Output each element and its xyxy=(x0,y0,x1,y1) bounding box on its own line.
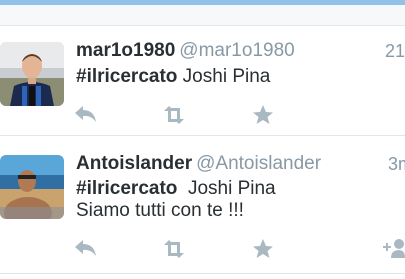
timestamp: 3m xyxy=(388,154,405,174)
avatar[interactable] xyxy=(0,155,64,219)
follow-icon xyxy=(383,239,405,258)
tweet-header: mar1o1980 @mar1o1980 xyxy=(76,40,295,62)
hashtag-link[interactable]: #ilricercato xyxy=(76,178,177,199)
retweet-icon xyxy=(164,240,184,258)
favorite-icon xyxy=(253,105,273,124)
avatar[interactable] xyxy=(0,42,64,106)
display-name[interactable]: Antoislander xyxy=(76,153,192,174)
tweet-text: #ilricercato Joshi Pina Siamo tutti con … xyxy=(76,178,276,222)
favorite-icon xyxy=(253,239,273,258)
twitter-timeline: mar1o1980 @mar1o1980 21 #ilricercato Josh… xyxy=(0,0,405,279)
retweet-icon xyxy=(164,106,184,124)
tweet-header: Antoislander @Antoislander xyxy=(76,153,321,175)
reply-icon xyxy=(75,240,96,256)
tweet-text-line2: Siamo tutti con te !!! xyxy=(76,200,244,221)
tweet-item[interactable]: Antoislander@Antoislander 3m #ilricercat… xyxy=(0,136,405,274)
tweet-text-rest: Joshi Pina xyxy=(177,66,271,87)
hashtag-link[interactable]: #ilricercato xyxy=(76,66,177,87)
tweet-text: #ilricercato Joshi Pina xyxy=(76,66,270,88)
tweet-actions xyxy=(0,102,405,128)
tweet-text-rest: Joshi Pina xyxy=(177,178,276,199)
screen-name[interactable]: @mar1o1980 xyxy=(179,40,294,61)
tweet-item[interactable]: mar1o1980 @mar1o1980 21 #ilricercato Josh… xyxy=(0,26,405,136)
retweet-button[interactable] xyxy=(160,102,188,128)
reply-button[interactable] xyxy=(72,102,100,128)
reply-button[interactable] xyxy=(72,236,100,262)
timestamp: 21 xyxy=(385,41,405,61)
retweet-button[interactable] xyxy=(160,236,188,262)
follow-button[interactable] xyxy=(381,236,405,262)
header-strip xyxy=(0,5,405,26)
favorite-button[interactable] xyxy=(249,236,277,262)
favorite-button[interactable] xyxy=(249,102,277,128)
display-name[interactable]: mar1o1980 xyxy=(76,40,175,61)
screen-name[interactable]: @Antoislander xyxy=(196,153,321,174)
tweet-actions xyxy=(0,236,405,262)
reply-icon xyxy=(75,106,96,122)
